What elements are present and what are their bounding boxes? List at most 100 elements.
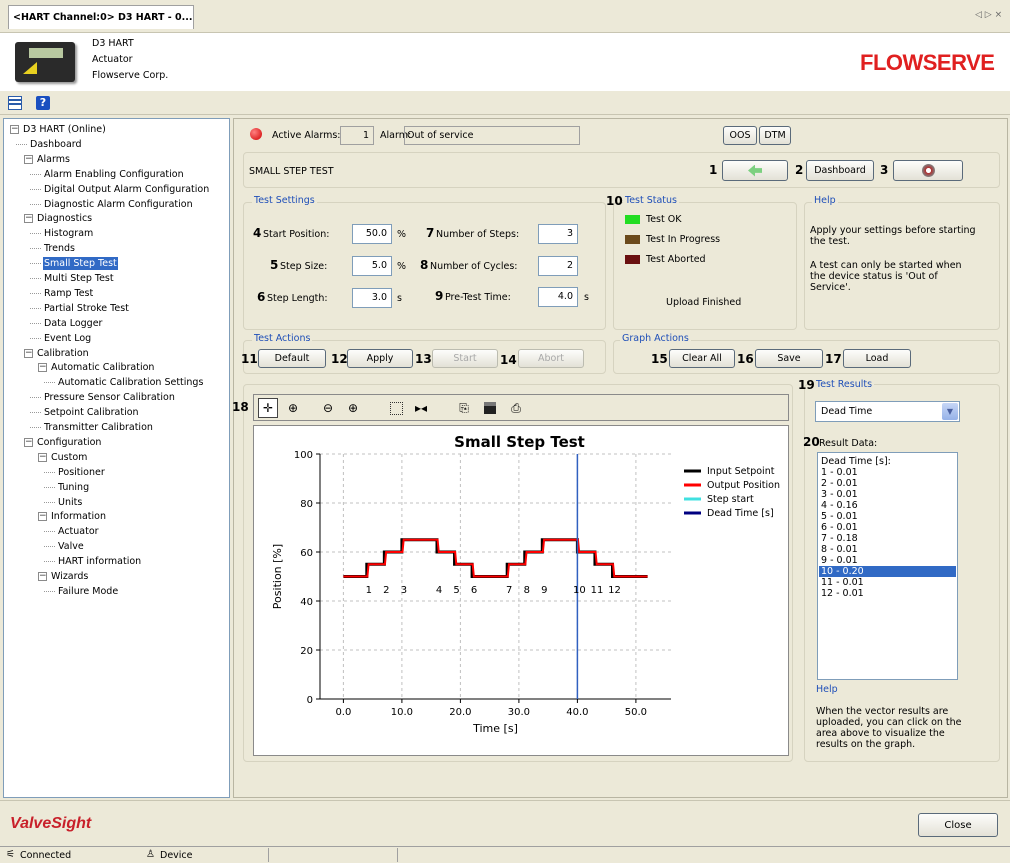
result-data-list[interactable]: Dead Time [s]: 1 - 0.01 2 - 0.01 3 - 0.01 4 … xyxy=(817,452,958,680)
result-type-select[interactable]: Dead Time ▼ xyxy=(815,401,960,422)
tree-item[interactable]: Automatic Calibration Settings xyxy=(57,376,204,389)
copy-icon[interactable]: ⎘ xyxy=(454,398,474,418)
start-button[interactable]: Start xyxy=(432,349,498,368)
help-icon[interactable]: ? xyxy=(36,96,50,110)
result-type-value: Dead Time xyxy=(821,406,873,417)
tree-expander-icon[interactable]: − xyxy=(38,572,47,581)
tree-item[interactable]: Setpoint Calibration xyxy=(43,406,140,419)
oos-button[interactable]: OOS xyxy=(723,126,757,145)
device-status: Device xyxy=(160,850,193,861)
document-tab[interactable]: <HART Channel:0> D3 HART - 0... xyxy=(8,5,194,29)
tree-item[interactable]: Transmitter Calibration xyxy=(43,421,154,434)
tree-item[interactable]: Trends xyxy=(43,242,76,255)
tree-item[interactable]: Diagnostic Alarm Configuration xyxy=(43,198,194,211)
tree-expander-icon[interactable]: − xyxy=(24,214,33,224)
dtm-button[interactable]: DTM xyxy=(759,126,791,145)
device-tool-button[interactable] xyxy=(893,160,963,181)
zoom-box-icon[interactable]: ⊕ xyxy=(283,398,303,418)
tree-item[interactable]: Pressure Sensor Calibration xyxy=(43,391,176,404)
tree-item[interactable]: Ramp Test xyxy=(43,287,94,300)
load-button[interactable]: Load xyxy=(843,349,911,368)
tree-item[interactable]: Alarm Enabling Configuration xyxy=(43,168,185,181)
tree-expander-icon[interactable]: − xyxy=(38,452,47,462)
tree-item[interactable]: HART information xyxy=(57,555,142,568)
tree-expander-icon[interactable]: − xyxy=(24,154,33,164)
tree-item[interactable]: Small Step Test xyxy=(43,257,118,271)
tree-item[interactable]: Multi Step Test xyxy=(43,272,115,285)
step-size-input[interactable]: 5.0 xyxy=(352,256,392,276)
result-item[interactable]: 10 - 0.20 xyxy=(819,566,956,577)
tree-item[interactable]: Digital Output Alarm Configuration xyxy=(43,183,210,196)
number-of-cycles-input[interactable]: 2 xyxy=(538,256,578,276)
tree-item[interactable]: Alarms xyxy=(36,153,71,166)
tree-item[interactable]: Failure Mode xyxy=(57,585,119,598)
tree-item[interactable]: Positioner xyxy=(57,466,106,479)
pre-test-time-input[interactable]: 4.0 xyxy=(538,287,578,307)
tree-item[interactable]: Tuning xyxy=(57,481,90,494)
fit-icon[interactable]: ▸◂ xyxy=(411,398,431,418)
result-item[interactable]: 8 - 0.01 xyxy=(819,544,956,555)
tree-expander-icon[interactable]: − xyxy=(24,437,33,447)
result-item[interactable]: Dead Time [s]: xyxy=(819,456,956,467)
tree-item[interactable]: Information xyxy=(50,510,107,523)
tree-item[interactable]: Dashboard xyxy=(29,138,83,151)
tree-expander-icon[interactable]: − xyxy=(38,512,47,522)
result-item[interactable]: 12 - 0.01 xyxy=(819,588,956,599)
save-disk-icon[interactable] xyxy=(480,398,500,418)
help-results-title: Help xyxy=(814,684,840,695)
tree-expander-icon[interactable]: − xyxy=(10,125,19,134)
tree-item[interactable]: Valve xyxy=(57,540,85,553)
tree-item[interactable]: Configuration xyxy=(36,436,102,449)
pan-icon[interactable]: ✛ xyxy=(258,398,278,418)
tree-item[interactable]: Partial Stroke Test xyxy=(43,302,130,315)
number-of-steps-input[interactable]: 3 xyxy=(538,224,578,244)
save-button[interactable]: Save xyxy=(755,349,823,368)
tree-item[interactable]: Automatic Calibration xyxy=(50,361,155,374)
tree-connector xyxy=(30,337,41,339)
start-position-input[interactable]: 50.0 xyxy=(352,224,392,244)
result-item[interactable]: 5 - 0.01 xyxy=(819,511,956,522)
chevron-down-icon[interactable]: ▼ xyxy=(942,403,958,420)
result-item[interactable]: 3 - 0.01 xyxy=(819,489,956,500)
tab-nav-arrows[interactable]: ◁ ▷ × xyxy=(975,10,1002,20)
result-item[interactable]: 4 - 0.16 xyxy=(819,500,956,511)
tree-item[interactable]: Diagnostics xyxy=(36,212,93,225)
print-icon[interactable]: ⎙ xyxy=(506,398,526,418)
default-button[interactable]: Default xyxy=(258,349,326,368)
tree-item[interactable]: Units xyxy=(57,496,83,509)
result-item[interactable]: 11 - 0.01 xyxy=(819,577,956,588)
back-button[interactable] xyxy=(722,160,788,181)
close-button[interactable]: Close xyxy=(918,813,998,837)
help-results-text: When the vector results are uploaded, yo… xyxy=(816,706,962,750)
tree-item[interactable]: Event Log xyxy=(43,332,92,345)
tree-item[interactable]: Custom xyxy=(50,451,88,464)
step-length-input[interactable]: 3.0 xyxy=(352,288,392,308)
tree-item[interactable]: Data Logger xyxy=(43,317,103,330)
callout-19: 19 xyxy=(798,378,815,392)
result-item[interactable]: 9 - 0.01 xyxy=(819,555,956,566)
tree-item[interactable]: D3 HART (Online) xyxy=(22,123,107,136)
tree-item[interactable]: Wizards xyxy=(50,570,89,583)
dashboard-button[interactable]: Dashboard xyxy=(806,160,874,181)
result-item[interactable]: 7 - 0.18 xyxy=(819,533,956,544)
callout-5: 5 xyxy=(270,258,279,272)
zoom-in-icon[interactable]: ⊕ xyxy=(343,398,363,418)
tree-expander-icon[interactable]: − xyxy=(24,348,33,358)
apply-button[interactable]: Apply xyxy=(347,349,413,368)
tree-item[interactable]: Calibration xyxy=(36,347,90,360)
clear-all-button[interactable]: Clear All xyxy=(669,349,735,368)
tree-expander-icon[interactable]: − xyxy=(38,363,47,373)
zoom-out-icon[interactable]: ⊖ xyxy=(318,398,338,418)
panel-icon[interactable] xyxy=(8,96,22,110)
tree-item[interactable]: Histogram xyxy=(43,227,94,240)
callout-18: 18 xyxy=(232,400,249,414)
result-item[interactable]: 2 - 0.01 xyxy=(819,478,956,489)
abort-button[interactable]: Abort xyxy=(518,349,584,368)
result-item[interactable]: 1 - 0.01 xyxy=(819,467,956,478)
select-box-icon[interactable] xyxy=(386,398,406,418)
tree-item[interactable]: Actuator xyxy=(57,525,100,538)
step-size-unit: % xyxy=(397,261,407,272)
step-test-chart[interactable]: 0.0 10.0 20.0 30.0 40.0 50.0 0 20 40 60 80 100 Small… xyxy=(254,426,788,755)
result-item[interactable]: 6 - 0.01 xyxy=(819,522,956,533)
tree-connector xyxy=(30,188,41,190)
